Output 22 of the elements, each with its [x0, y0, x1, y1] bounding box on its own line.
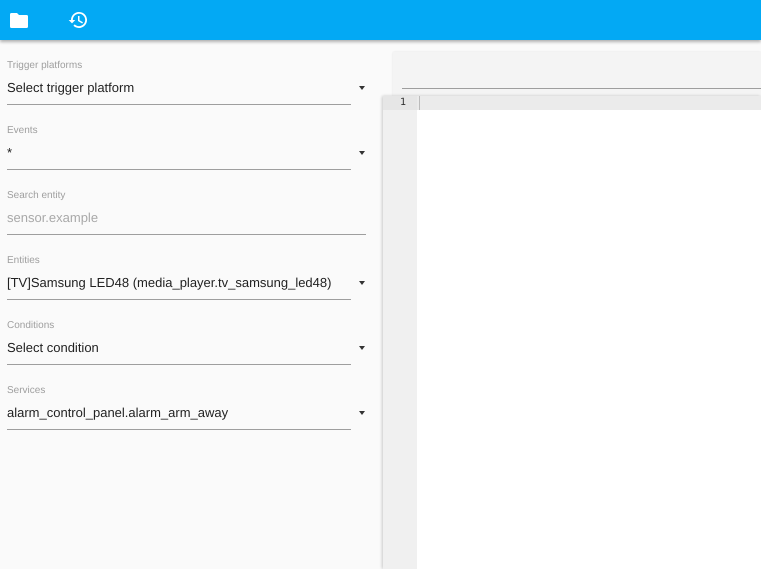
- field-label: Search entity: [7, 189, 66, 201]
- dropdown-arrow-icon: [359, 411, 365, 415]
- field-label: Entities: [7, 254, 41, 266]
- field-label: Events: [7, 124, 39, 136]
- dropdown[interactable]: Select trigger platform: [7, 71, 351, 105]
- dropdown[interactable]: Select condition: [7, 331, 351, 365]
- line-number: 1: [383, 96, 417, 110]
- dropdown[interactable]: *: [7, 136, 351, 170]
- dropdown-arrow-icon: [359, 151, 365, 155]
- dropdown-arrow-icon: [359, 86, 365, 90]
- field-label: Conditions: [7, 319, 56, 331]
- field-label: Services: [7, 384, 46, 396]
- text-cursor: [419, 96, 420, 110]
- dropdown-arrow-icon: [359, 346, 365, 350]
- dropdown[interactable]: alarm_control_panel.alarm_arm_away: [7, 396, 351, 430]
- field-label: Trigger platforms: [7, 59, 84, 71]
- search-field[interactable]: sensor.example: [7, 201, 366, 235]
- dropdown-arrow-icon: [359, 281, 365, 285]
- folder-icon: [10, 12, 28, 28]
- code-editor[interactable]: 1: [383, 96, 761, 569]
- dropdown[interactable]: [TV]Samsung LED48 (media_player.tv_samsung_led48): [7, 266, 351, 300]
- history-icon: [68, 11, 88, 29]
